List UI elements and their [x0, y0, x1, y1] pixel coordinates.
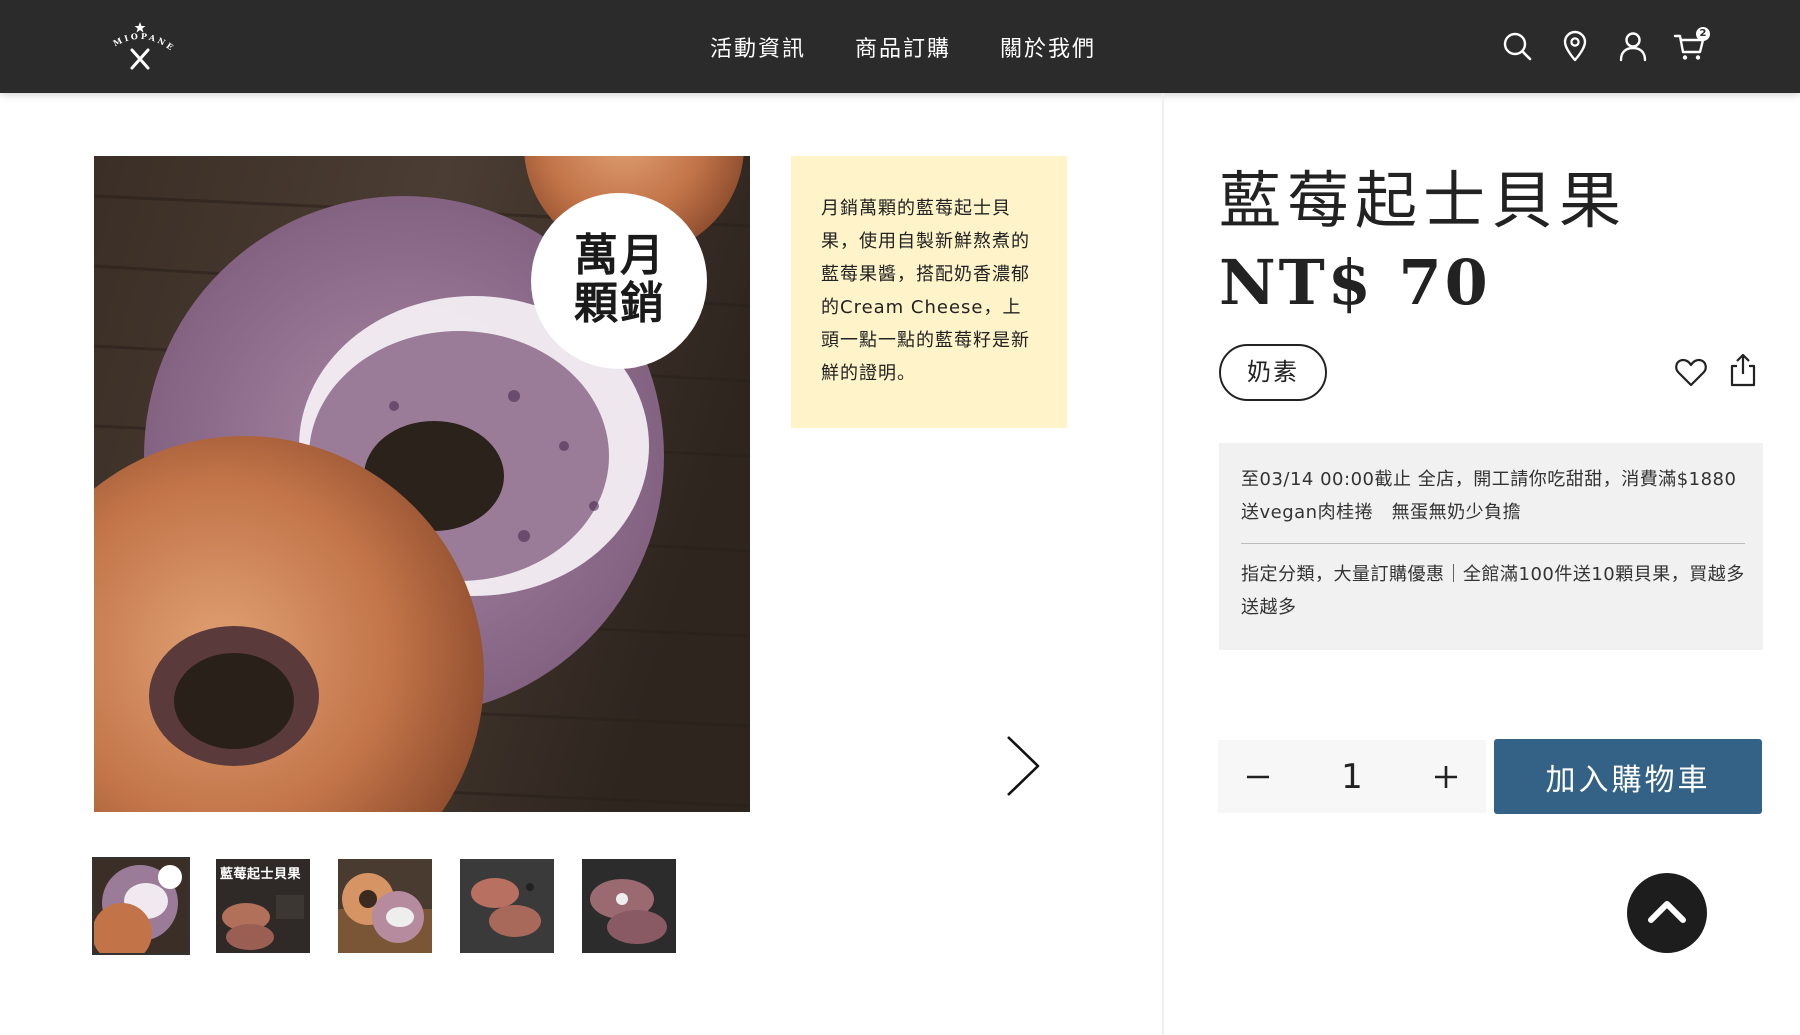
heart-icon[interactable] — [1674, 355, 1708, 389]
thumbnail-2[interactable]: 藍莓起士貝果 — [216, 859, 310, 953]
add-to-cart-button[interactable]: 加入購物車 — [1494, 739, 1762, 814]
badge-line-2: 顆銷 — [574, 278, 666, 329]
cart-count-badge: 2 — [1696, 27, 1710, 41]
chevron-right-icon[interactable] — [1000, 733, 1044, 799]
cart-icon[interactable]: 2 — [1673, 27, 1710, 63]
thumbnail-caption: 藍莓起士貝果 — [220, 867, 302, 882]
product-price: NT$ 70 — [1219, 246, 1491, 319]
site-header: MIOPANE 活動資訊 商品訂購 關於我們 2 — [0, 0, 1800, 93]
diet-tag: 奶素 — [1219, 344, 1327, 401]
miopane-logo[interactable]: MIOPANE — [103, 20, 177, 72]
user-icon[interactable] — [1616, 29, 1650, 63]
badge-line-1: 萬月 — [574, 230, 666, 281]
promotions-box: 至03/14 00:00截止 全店，開工請你吃甜甜，消費滿$1880送vegan… — [1219, 443, 1763, 650]
thumbnail-1[interactable] — [92, 857, 190, 955]
quantity-input[interactable] — [1322, 756, 1382, 797]
quantity-stepper — [1218, 740, 1486, 813]
decrease-quantity-button[interactable] — [1240, 759, 1276, 795]
chevron-up-icon[interactable] — [1627, 873, 1707, 953]
promotion-divider — [1241, 543, 1745, 544]
search-icon[interactable] — [1500, 29, 1534, 63]
nav-item-about[interactable]: 關於我們 — [1000, 31, 1096, 63]
promotion-item-2[interactable]: 指定分類，大量訂購優惠｜全館滿100件送10顆貝果，買越多送越多 — [1241, 558, 1745, 624]
nav-item-shop[interactable]: 商品訂購 — [855, 31, 951, 63]
thumbnail-3[interactable] — [338, 859, 432, 953]
product-description-box: 月銷萬顆的藍莓起士貝果，使用自製新鮮熬煮的藍莓果醬，搭配奶香濃郁的Cream C… — [791, 156, 1067, 428]
product-title: 藍莓起士貝果 — [1219, 164, 1628, 237]
product-description: 月銷萬顆的藍莓起士貝果，使用自製新鮮熬煮的藍莓果醬，搭配奶香濃郁的Cream C… — [821, 198, 1030, 384]
thumbnail-4[interactable] — [460, 859, 554, 953]
share-icon[interactable] — [1726, 352, 1760, 388]
thumbnail-strip: 藍莓起士貝果 — [92, 857, 676, 955]
svg-text:MIOPANE: MIOPANE — [111, 31, 177, 54]
best-seller-badge: 萬月 顆銷 — [560, 232, 680, 328]
nav-item-events[interactable]: 活動資訊 — [710, 31, 806, 63]
main-nav: 活動資訊 商品訂購 關於我們 — [710, 0, 1096, 93]
increase-quantity-button[interactable] — [1428, 759, 1464, 795]
thumbnail-5[interactable] — [582, 859, 676, 953]
promotion-item-1[interactable]: 至03/14 00:00截止 全店，開工請你吃甜甜，消費滿$1880送vegan… — [1241, 463, 1745, 529]
location-pin-icon[interactable] — [1558, 29, 1592, 63]
